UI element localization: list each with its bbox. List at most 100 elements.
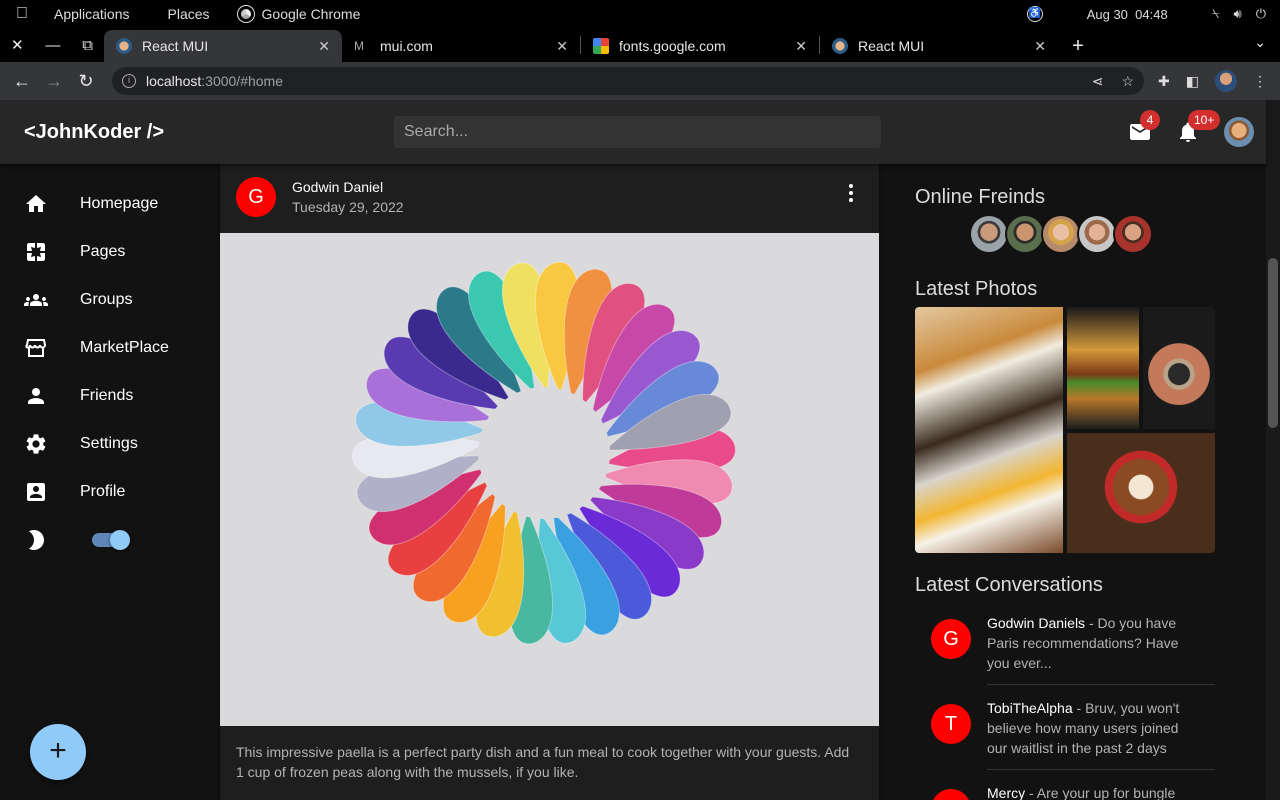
apple-icon[interactable]: 	[0, 5, 44, 23]
friend-avatar[interactable]	[1041, 214, 1081, 254]
forward-arrow-icon[interactable]: →	[38, 71, 70, 92]
close-tab-icon[interactable]: ✕	[556, 38, 568, 55]
conversation-snippet: - Are your up for bungle	[1025, 785, 1176, 800]
conversation-item[interactable]: T TobiTheAlpha - Bruv, you won't believe…	[915, 692, 1215, 784]
restore-window-icon[interactable]: ⧉	[82, 37, 93, 54]
conversation-avatar: M	[931, 789, 971, 800]
home-icon	[24, 192, 48, 216]
photo-burger[interactable]	[1067, 307, 1139, 429]
close-tab-icon[interactable]: ✕	[795, 38, 807, 55]
sidebar-item-homepage[interactable]: Homepage	[0, 180, 220, 228]
photo-camera[interactable]	[1143, 307, 1215, 429]
extensions-puzzle-icon[interactable]: ✚	[1158, 73, 1170, 90]
side-panel-icon[interactable]: ◧	[1186, 73, 1199, 90]
sidebar-item-label: Homepage	[80, 195, 159, 212]
post-author: Godwin Daniel	[292, 179, 384, 195]
accessibility-icon[interactable]: ♿	[1026, 6, 1043, 22]
pages-icon	[24, 240, 48, 264]
reload-icon[interactable]: ↻	[70, 71, 102, 92]
dark-mode-switch[interactable]	[90, 530, 130, 550]
sidebar-item-label: Settings	[80, 435, 138, 452]
latest-photos-title: Latest Photos	[915, 278, 1038, 300]
friend-avatar[interactable]	[1005, 214, 1045, 254]
more-vert-icon[interactable]	[847, 184, 855, 205]
tab-title: fonts.google.com	[619, 38, 726, 54]
mail-button[interactable]: 4	[1128, 110, 1160, 144]
notifications-button[interactable]: 10+	[1176, 110, 1221, 144]
friend-avatar[interactable]	[1113, 214, 1153, 254]
tab-strip: ✕ — ⧉ React MUI ✕ M mui.com ✕ fonts.goog…	[0, 28, 1280, 62]
tab-react-mui[interactable]: React MUI ✕	[104, 30, 342, 62]
sidebar-item-profile[interactable]: Profile	[0, 468, 220, 516]
divider	[987, 684, 1215, 685]
photo-coffee[interactable]	[1067, 433, 1215, 553]
sidebar-item-label: Pages	[80, 243, 126, 260]
power-icon[interactable]: ⏻	[1256, 6, 1266, 22]
online-friends-title: Online Freinds	[915, 186, 1046, 208]
swirl-center	[478, 387, 610, 519]
photo-breakfast[interactable]	[915, 307, 1063, 553]
app-logo[interactable]: <JohnKoder />	[24, 121, 394, 144]
minimize-window-icon[interactable]: —	[45, 37, 60, 54]
back-arrow-icon[interactable]: ←	[6, 71, 38, 92]
sidebar-item-label: MarketPlace	[80, 339, 169, 356]
clock-time: 04:48	[1135, 6, 1168, 22]
site-info-icon[interactable]: i	[122, 74, 136, 88]
storefront-icon	[24, 336, 48, 360]
conversation-avatar: T	[931, 704, 971, 744]
conversation-text: Godwin Daniels - Do you have Paris recom…	[987, 613, 1197, 673]
sidebar-item-label: Friends	[80, 387, 134, 404]
page-scrollbar[interactable]	[1266, 100, 1280, 800]
window-controls: ✕ — ⧉	[0, 28, 104, 62]
search-input[interactable]	[394, 116, 881, 148]
mail-badge: 4	[1140, 110, 1160, 130]
app-bar: <JohnKoder /> 4 10+	[0, 100, 1266, 164]
friend-avatar[interactable]	[1077, 214, 1117, 254]
sidebar-item-settings[interactable]: Settings	[0, 420, 220, 468]
close-window-icon[interactable]: ✕	[11, 36, 24, 54]
scrollbar-thumb[interactable]	[1268, 258, 1278, 428]
sidebar-item-marketplace[interactable]: MarketPlace	[0, 324, 220, 372]
post-header: G Godwin Daniel Tuesday 29, 2022	[220, 164, 879, 233]
close-tab-icon[interactable]: ✕	[318, 38, 330, 55]
conversation-item[interactable]: M Mercy - Are your up for bungle	[915, 777, 1215, 800]
places-menu[interactable]: Places	[168, 6, 210, 22]
tab-react-mui-2[interactable]: React MUI ✕	[820, 30, 1058, 62]
latest-conversations-title: Latest Conversations	[915, 574, 1103, 596]
bookmark-star-icon[interactable]: ☆	[1121, 73, 1134, 90]
conversation-item[interactable]: G Godwin Daniels - Do you have Paris rec…	[915, 607, 1215, 699]
browser-toolbar: ← → ↻ i localhost:3000/#home ⋖ ☆ ✚ ◧ ⋮	[0, 62, 1280, 100]
post-avatar[interactable]: G	[236, 177, 276, 217]
close-tab-icon[interactable]: ✕	[1034, 38, 1046, 55]
more-vert-icon[interactable]: ⋮	[1253, 73, 1267, 90]
profile-avatar[interactable]	[1214, 70, 1237, 92]
tab-title: mui.com	[380, 38, 433, 54]
moon-icon	[24, 528, 48, 552]
new-tab-button[interactable]: +	[1058, 30, 1098, 62]
sidebar-item-pages[interactable]: Pages	[0, 228, 220, 276]
share-icon[interactable]: ⋖	[1092, 73, 1104, 90]
add-fab-button[interactable]: +	[30, 724, 86, 780]
applications-menu[interactable]: Applications	[54, 6, 130, 22]
post-text: This impressive paella is a perfect part…	[236, 744, 850, 780]
url-path: :3000/#home	[201, 73, 283, 89]
friend-avatar[interactable]	[969, 214, 1009, 254]
sidebar-item-friends[interactable]: Friends	[0, 372, 220, 420]
tab-google-fonts[interactable]: fonts.google.com ✕	[581, 30, 819, 62]
user-avatar[interactable]	[1224, 117, 1254, 147]
tab-search-chevron-icon[interactable]: ⌄	[1254, 34, 1266, 51]
address-bar[interactable]: i localhost:3000/#home ⋖ ☆	[112, 67, 1144, 95]
notifications-badge: 10+	[1188, 110, 1221, 130]
volume-icon[interactable]: 🔊︎	[1234, 6, 1242, 22]
latest-photos-grid	[915, 307, 1215, 553]
conversation-name: Mercy	[987, 785, 1026, 800]
no-network-icon[interactable]: ⍀	[1212, 6, 1220, 22]
clock[interactable]: Aug 30 04:48	[1087, 7, 1168, 22]
clock-date: Aug 30	[1086, 6, 1128, 22]
sidebar-item-groups[interactable]: Groups	[0, 276, 220, 324]
tab-title: React MUI	[858, 38, 925, 54]
rainbow-swirl-image	[352, 261, 736, 645]
tab-mui-com[interactable]: M mui.com ✕	[342, 30, 580, 62]
conversation-name: TobiTheAlpha	[987, 700, 1073, 716]
browser-menu[interactable]: Google Chrome	[236, 5, 360, 23]
